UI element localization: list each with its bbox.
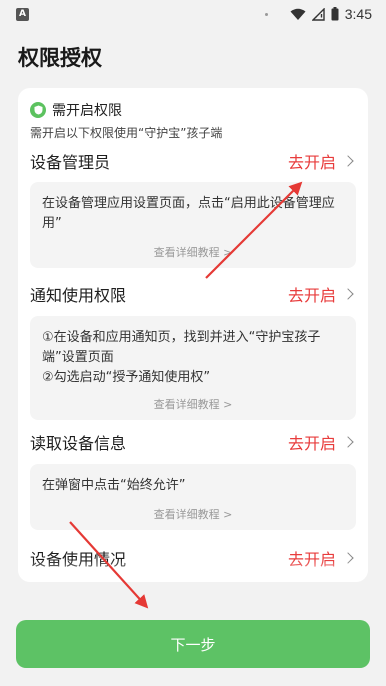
permission-description: ①在设备和应用通知页，找到并进入“守护宝孩子端”设置页面 ②勾选启动“授予通知使… (42, 330, 321, 385)
permission-name: 通知使用权限 (30, 286, 127, 305)
tutorial-link[interactable]: 查看详细教程 > (30, 396, 356, 412)
permission-description: 在弹窗中点击“始终允许” (42, 478, 186, 493)
next-step-button[interactable]: 下一步 (16, 620, 370, 668)
dot-indicator-icon (264, 12, 268, 16)
wifi-icon (290, 8, 306, 20)
enable-label: 去开启 (287, 286, 336, 305)
chevron-right-icon (342, 288, 354, 300)
app-notification-icon: A (16, 7, 29, 21)
enable-button[interactable]: 去开启 (288, 430, 356, 454)
enable-label: 去开启 (287, 153, 336, 172)
status-indicators: 3:45 (264, 6, 372, 22)
shield-icon (30, 102, 46, 118)
status-time: 3:45 (344, 6, 372, 22)
enable-label: 去开启 (287, 434, 336, 453)
permission-row-device-info[interactable]: 读取设备信息 去开启 (30, 430, 356, 454)
permission-row-device-admin[interactable]: 设备管理员 去开启 (30, 149, 356, 173)
notice-subtitle: 需开启以下权限使用“守护宝”孩子端 (30, 126, 223, 140)
permission-row-notification-access[interactable]: 通知使用权限 去开启 (30, 282, 356, 306)
battery-icon (331, 7, 339, 21)
permission-instructions: 在弹窗中点击“始终允许” 查看详细教程 > (30, 464, 356, 530)
status-bar: A 3:45 (0, 0, 386, 28)
tutorial-link[interactable]: 查看详细教程 > (30, 506, 356, 522)
permission-instructions: 在设备管理应用设置页面，点击“启用此设备管理应用” 查看详细教程 > (30, 182, 356, 268)
enable-button[interactable]: 去开启 (288, 282, 356, 306)
permission-name: 设备管理员 (30, 153, 111, 172)
notice-header: 需开启权限 (30, 100, 122, 120)
notice-title: 需开启权限 (52, 103, 122, 119)
scroll-fade (18, 560, 368, 582)
enable-button[interactable]: 去开启 (288, 149, 356, 173)
chevron-right-icon (342, 436, 354, 448)
tutorial-link[interactable]: 查看详细教程 > (30, 244, 356, 260)
permission-instructions: ①在设备和应用通知页，找到并进入“守护宝孩子端”设置页面 ②勾选启动“授予通知使… (30, 316, 356, 420)
page-title: 权限授权 (18, 46, 102, 70)
permission-description: 在设备管理应用设置页面，点击“启用此设备管理应用” (42, 196, 335, 231)
permission-name: 读取设备信息 (30, 434, 127, 453)
permissions-card: 需开启权限 需开启以下权限使用“守护宝”孩子端 设备管理员 去开启 在设备管理应… (18, 88, 368, 582)
signal-icon (311, 7, 325, 21)
chevron-right-icon (342, 155, 354, 167)
